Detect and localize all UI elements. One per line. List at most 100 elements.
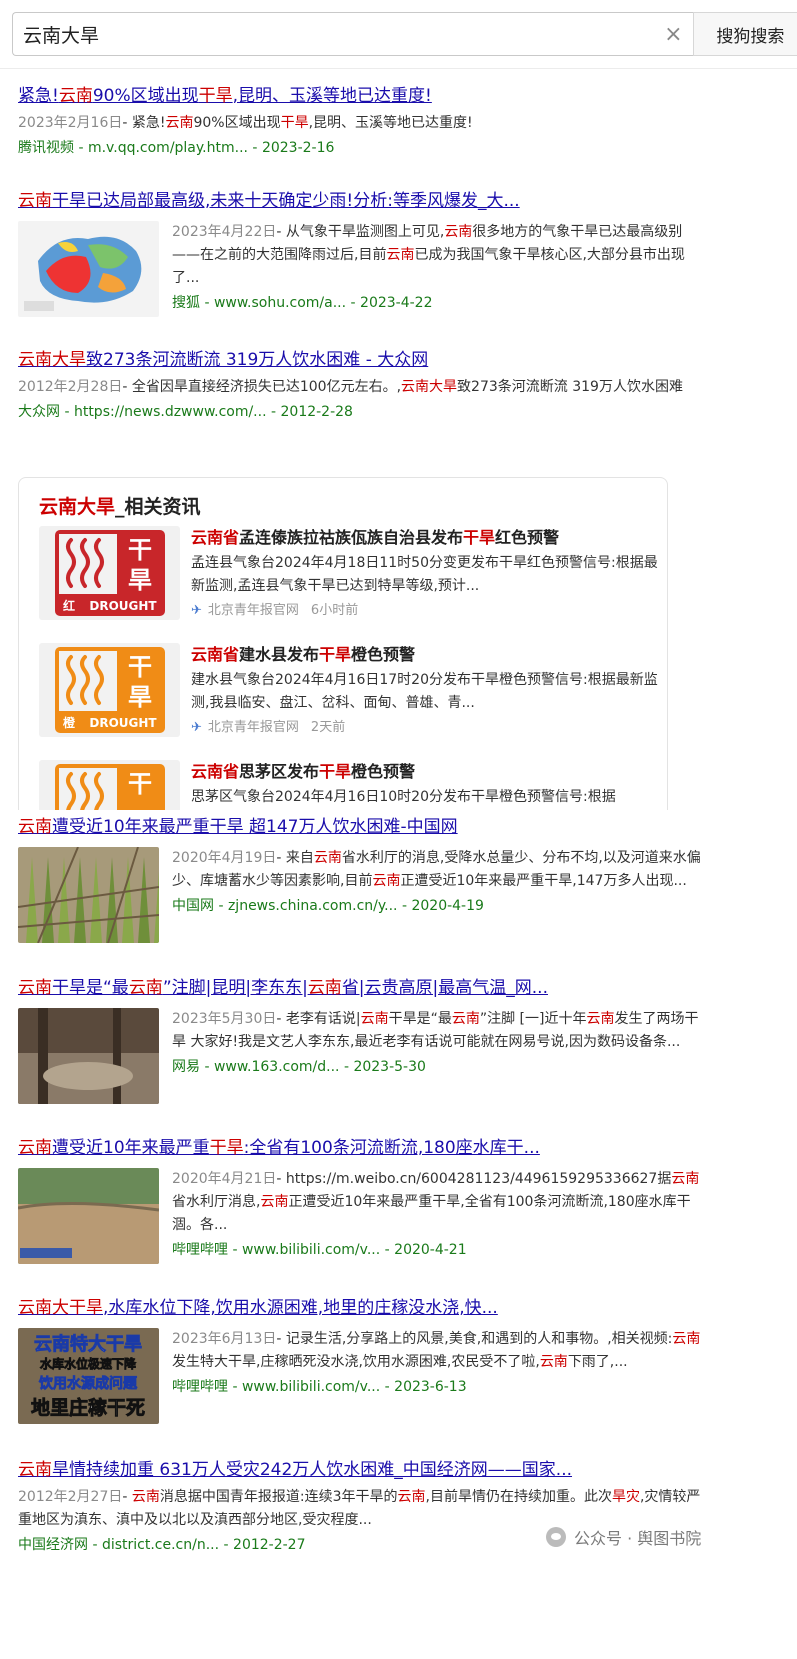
result-title-link[interactable]: 云南遭受近10年来最严重干旱 超147万人饮水困难-中国网 bbox=[18, 815, 708, 839]
search-result: 紧急!云南90%区域出现干旱,昆明、玉溪等地已达重度! 2023年2月16日- 紧… bbox=[18, 84, 708, 159]
reservoir-thumbnail-image bbox=[18, 1168, 159, 1264]
keyword-highlight: 云南 bbox=[386, 247, 415, 263]
publisher-logo-icon: ✈ bbox=[191, 603, 202, 618]
text-segment: - 来自 bbox=[276, 850, 314, 866]
result-snippet: 2023年5月30日- 老李有话说|云南干旱是“最云南”注脚 [一]近十年云南发… bbox=[172, 1008, 708, 1054]
result-source-line[interactable]: 腾讯视频 - m.v.qq.com/play.htm... - 2023-2-1… bbox=[18, 137, 708, 159]
result-source-name: 搜狐 bbox=[172, 295, 200, 311]
search-result: 云南大旱致273条河流断流 319万人饮水困难 - 大众网 2012年2月28日-… bbox=[18, 348, 708, 423]
result-source-line[interactable]: 网易 - www.163.com/d... - 2023-5-30 bbox=[172, 1056, 708, 1078]
text-segment: 下雨了,... bbox=[567, 1354, 628, 1370]
text-segment: ,目前旱情仍在持续加重。此次 bbox=[425, 1489, 612, 1505]
keyword-highlight: 云南 bbox=[128, 978, 163, 998]
badge-character: 干 bbox=[128, 770, 152, 798]
text-segment: ”注脚 [一]近十年 bbox=[479, 1011, 587, 1027]
result-source-line[interactable]: 哔哩哔哩 - www.bilibili.com/v... - 2023-6-13 bbox=[172, 1376, 708, 1398]
result-thumbnail[interactable]: 云南特大干旱 水库水位极速下降 饮用水源成问题 地里庄稼干死 bbox=[18, 1328, 159, 1424]
result-title-link[interactable]: 云南大旱致273条河流断流 319万人饮水困难 - 大众网 bbox=[18, 348, 708, 372]
badge-english: DROUGHT bbox=[89, 716, 157, 730]
keyword-highlight: 旱灾 bbox=[611, 1489, 640, 1505]
result-source-date: 2023-5-30 bbox=[353, 1059, 426, 1075]
text-segment: :全省有100条河流断流,180座水库干... bbox=[243, 1138, 540, 1158]
related-news-item[interactable]: 干旱红 DROUGHT 云南省孟连傣族拉祜族佤族自治县发布干旱红色预警孟连县气象台2… bbox=[39, 526, 659, 626]
thumbnail-caption: 地里庄稼干死 bbox=[31, 1396, 145, 1419]
result-thumbnail[interactable] bbox=[18, 1008, 159, 1104]
search-result: 云南大干旱,水库水位下降,饮用水源困难,地里的庄稼没水浇,快... 云南特大干旱水… bbox=[18, 1296, 708, 1424]
result-thumbnail[interactable] bbox=[18, 847, 159, 943]
separator: - bbox=[74, 140, 88, 156]
result-source-line[interactable]: 中国网 - zjnews.china.com.cn/y... - 2020-4-… bbox=[172, 895, 708, 917]
result-title-link[interactable]: 云南大干旱,水库水位下降,饮用水源困难,地里的庄稼没水浇,快... bbox=[18, 1296, 708, 1320]
result-url: www.sohu.com/a... bbox=[213, 295, 347, 311]
result-source-line[interactable]: 搜狐 - www.sohu.com/a... - 2023-4-22 bbox=[172, 292, 708, 314]
keyword-highlight: 云南 bbox=[18, 978, 52, 998]
related-news-title[interactable]: 云南省建水县发布干旱橙色预警 bbox=[191, 643, 661, 667]
result-source-name: 大众网 bbox=[18, 404, 60, 420]
result-date: 2012年2月27日 bbox=[18, 1489, 123, 1505]
search-box: × bbox=[12, 12, 694, 56]
result-source-line[interactable]: 哔哩哔哩 - www.bilibili.com/v... - 2020-4-21 bbox=[172, 1239, 708, 1261]
search-button[interactable]: 搜狗搜索 bbox=[693, 12, 797, 56]
clear-icon[interactable]: × bbox=[653, 14, 693, 54]
text-segment: - 从气象干旱监测图上可见, bbox=[276, 224, 445, 240]
badge-character: 旱 bbox=[128, 566, 152, 594]
result-date: 2020年4月19日 bbox=[172, 850, 277, 866]
result-source-name: 哔哩哔哩 bbox=[172, 1242, 228, 1258]
video-thumbnail-image: 云南特大干旱水库水位极速下降饮用水源成问题地里庄稼干死 bbox=[18, 1328, 159, 1424]
related-news-item[interactable]: 干 云南省思茅区发布干旱橙色预警思茅区气象台2024年4月16日10时20分发布干… bbox=[39, 760, 659, 810]
keyword-highlight: 云南省 bbox=[191, 528, 240, 547]
result-title-link[interactable]: 云南干旱是“最云南”注脚|昆明|李东东|云南省|云贵高原|最高气温_网... bbox=[18, 976, 708, 1000]
result-snippet: 2020年4月21日- https://m.weibo.cn/600428112… bbox=[172, 1168, 708, 1237]
result-thumbnail[interactable] bbox=[18, 221, 159, 317]
result-title-link[interactable]: 云南干旱已达局部最高级,未来十天确定少雨!分析:等季风爆发_大... bbox=[18, 189, 708, 213]
result-snippet: 2023年2月16日- 紧急!云南90%区域出现干旱,昆明、玉溪等地已达重度! bbox=[18, 112, 708, 135]
result-source-date: 2020-4-21 bbox=[394, 1242, 467, 1258]
text-segment: 省水利厅消息, bbox=[172, 1194, 261, 1210]
text-segment: 孟连傣族拉祜族佤族自治县发布 bbox=[239, 528, 464, 547]
text-segment: - 全省因旱直接经济损失已达100亿元左右。, bbox=[122, 379, 402, 395]
related-news-description: 孟连县气象台2024年4月18日11时50分变更发布干旱红色预警信号:根据最新监… bbox=[191, 555, 658, 594]
keyword-highlight: 云南 bbox=[165, 115, 194, 131]
search-result: 云南遭受近10年来最严重干旱:全省有100条河流断流,180座水库干... 202… bbox=[18, 1136, 708, 1264]
result-source-line[interactable]: 大众网 - https://news.dzwww.com/... - 2012-… bbox=[18, 401, 708, 423]
result-date: 2023年4月22日 bbox=[172, 224, 277, 240]
related-news-title[interactable]: 云南省思茅区发布干旱橙色预警 bbox=[191, 760, 661, 784]
result-url: m.v.qq.com/play.htm... bbox=[87, 140, 248, 156]
related-news-title[interactable]: 云南省孟连傣族拉祜族佤族自治县发布干旱红色预警 bbox=[191, 526, 661, 550]
result-text: 2012年2月28日- 全省因旱直接经济损失已达100亿元左右。,云南大旱致27… bbox=[18, 376, 708, 423]
related-news-text: 云南省建水县发布干旱橙色预警 建水县气象台2024年4月16日17时20分发布干旱… bbox=[191, 643, 661, 737]
drought-warning-icon: 干旱红 DROUGHT bbox=[39, 526, 180, 620]
result-title-link[interactable]: 云南旱情持续加重 631万人受灾242万人饮水困难_中国经济网——国家... bbox=[18, 1458, 708, 1482]
related-news-publisher: 北京青年报官网 bbox=[207, 603, 299, 618]
related-news-description: 思茅区气象台2024年4月16日10时20分发布干旱橙色预警信号:根据 bbox=[191, 789, 616, 805]
text-segment: ,水库水位下降,饮用水源困难,地里的庄稼没水浇,快... bbox=[103, 1298, 498, 1318]
result-thumbnail[interactable] bbox=[18, 1168, 159, 1264]
result-source-name: 中国经济网 bbox=[18, 1537, 88, 1553]
search-input[interactable] bbox=[23, 14, 654, 54]
result-snippet: 2020年4月19日- 来自云南省水利厅的消息,受降水总量少、分布不均,以及河道… bbox=[172, 847, 708, 893]
separator: - bbox=[214, 898, 228, 914]
keyword-highlight: 干旱 bbox=[319, 762, 352, 781]
search-result: 云南干旱是“最云南”注脚|昆明|李东东|云南省|云贵高原|最高气温_网... 20… bbox=[18, 976, 708, 1104]
result-body: 2023年2月16日- 紧急!云南90%区域出现干旱,昆明、玉溪等地已达重度! 腾… bbox=[18, 112, 708, 159]
text-segment: 致273条河流断流 319万人饮水困难 bbox=[457, 379, 683, 395]
related-news-item[interactable]: 干旱橙 DROUGHT 云南省建水县发布干旱橙色预警 建水县气象台2024年4月16日… bbox=[39, 643, 659, 743]
result-date: 2023年6月13日 bbox=[172, 1331, 277, 1347]
result-source-name: 中国网 bbox=[172, 898, 214, 914]
separator: - bbox=[397, 898, 412, 914]
text-segment: 省|云贵高原|最高气温_网... bbox=[341, 978, 548, 998]
separator: - bbox=[228, 1379, 242, 1395]
separator: - bbox=[60, 404, 74, 420]
result-body: 2023年4月22日- 从气象干旱监测图上可见,云南很多地方的气象干旱已达最高级… bbox=[18, 221, 708, 317]
related-news-heading: 云南大旱_相关资讯 bbox=[39, 496, 201, 518]
keyword-highlight: 云南 bbox=[18, 817, 52, 837]
keyword-highlight: 云南 bbox=[18, 1138, 52, 1158]
badge-character: 干 bbox=[128, 653, 152, 681]
crops-thumbnail-image bbox=[18, 847, 159, 943]
result-title-link[interactable]: 云南遭受近10年来最严重干旱:全省有100条河流断流,180座水库干... bbox=[18, 1136, 708, 1160]
text-segment: 干旱是“最 bbox=[52, 978, 129, 998]
result-title-link[interactable]: 紧急!云南90%区域出现干旱,昆明、玉溪等地已达重度! bbox=[18, 84, 708, 108]
result-text: 2023年5月30日- 老李有话说|云南干旱是“最云南”注脚 [一]近十年云南发… bbox=[172, 1008, 708, 1104]
text-segment: 建水县发布 bbox=[239, 645, 320, 664]
keyword-highlight: 云南 bbox=[313, 850, 342, 866]
